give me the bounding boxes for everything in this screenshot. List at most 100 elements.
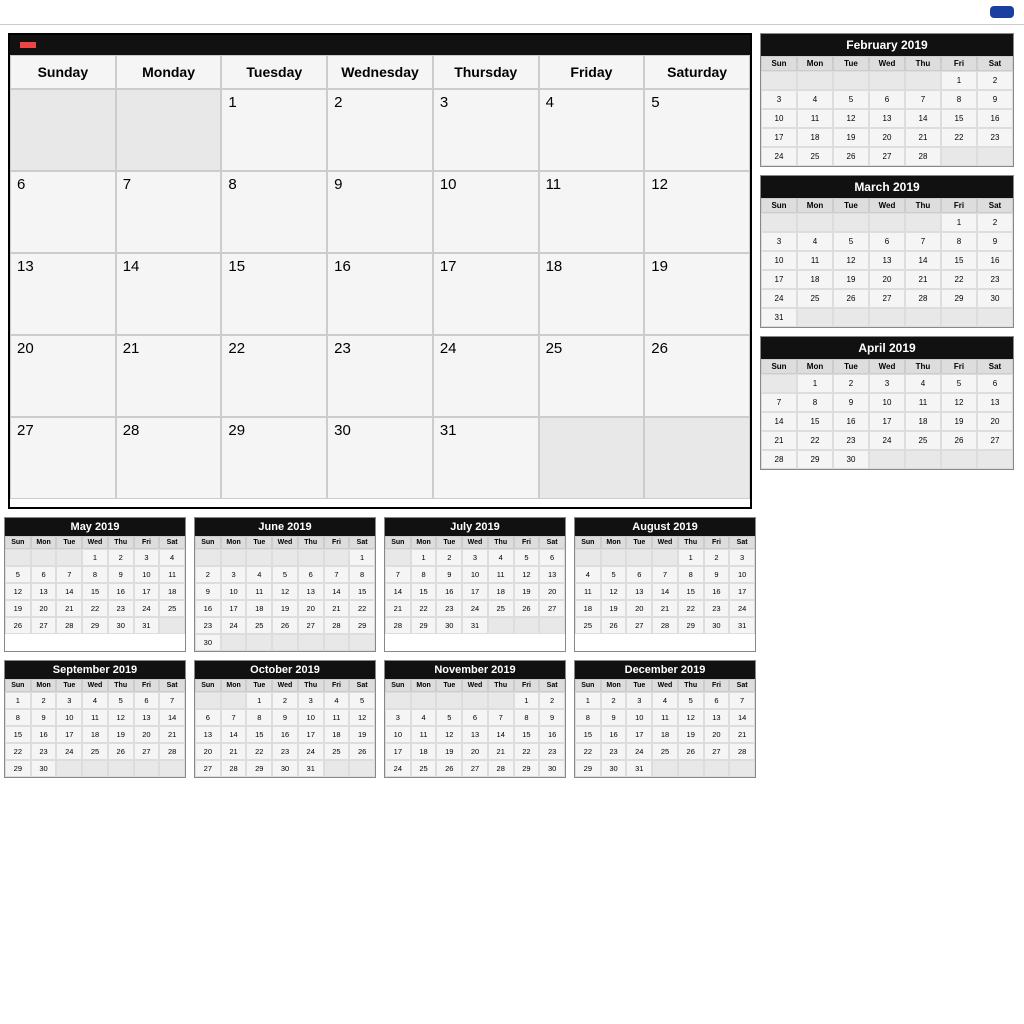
s-day-cell: 14 <box>324 583 350 600</box>
s-day-cell: 7 <box>385 566 411 583</box>
s-day-header: Tue <box>246 679 272 692</box>
s-day-header: Tue <box>246 536 272 549</box>
small-calendar: October 2019SunMonTueWedThuFriSat1234567… <box>194 660 376 778</box>
s-day-header: Wed <box>462 536 488 549</box>
s-day-cell: 5 <box>601 566 627 583</box>
s-day-cell: 7 <box>324 566 350 583</box>
s-day-cell: 8 <box>678 566 704 583</box>
s-day-cell <box>601 549 627 566</box>
r-day-cell: 9 <box>977 90 1013 109</box>
s-day-cell: 24 <box>134 600 160 617</box>
s-day-cell: 17 <box>385 743 411 760</box>
s-day-cell <box>385 692 411 709</box>
s-day-cell: 8 <box>82 566 108 583</box>
r-day-cell: 16 <box>833 412 869 431</box>
s-day-cell: 10 <box>385 726 411 743</box>
page-wrapper: SundayMondayTuesdayWednesdayThursdayFrid… <box>0 0 1024 782</box>
r-day-cell: 19 <box>941 412 977 431</box>
s-day-header: Sat <box>349 679 375 692</box>
s-day-cell: 3 <box>221 566 247 583</box>
s-day-cell: 19 <box>678 726 704 743</box>
s-day-cell: 25 <box>575 617 601 634</box>
s-day-cell: 28 <box>652 617 678 634</box>
s-day-cell <box>134 760 160 777</box>
r-day-cell: 25 <box>905 431 941 450</box>
s-day-cell <box>221 634 247 651</box>
s-day-cell: 3 <box>134 549 160 566</box>
s-day-cell: 19 <box>5 600 31 617</box>
day-header: Friday <box>539 55 645 89</box>
s-day-cell: 29 <box>678 617 704 634</box>
r-day-header: Thu <box>905 56 941 71</box>
s-day-cell: 31 <box>729 617 755 634</box>
s-day-cell: 24 <box>221 617 247 634</box>
s-day-cell: 24 <box>626 743 652 760</box>
s-day-cell <box>514 617 540 634</box>
r-day-header: Fri <box>941 198 977 213</box>
s-day-header: Mon <box>411 536 437 549</box>
r-day-cell: 24 <box>761 147 797 166</box>
r-day-cell <box>905 71 941 90</box>
s-day-cell: 1 <box>246 692 272 709</box>
day-cell: 16 <box>327 253 433 335</box>
s-day-cell: 2 <box>704 549 730 566</box>
r-day-cell: 9 <box>833 393 869 412</box>
s-day-cell: 9 <box>195 583 221 600</box>
s-day-cell: 14 <box>488 726 514 743</box>
day-header: Thursday <box>433 55 539 89</box>
s-day-cell: 16 <box>195 600 221 617</box>
s-day-cell: 5 <box>5 566 31 583</box>
s-day-header: Wed <box>82 679 108 692</box>
small-cal-header: November 2019 <box>385 661 565 679</box>
s-day-cell: 5 <box>436 709 462 726</box>
s-day-cell: 8 <box>5 709 31 726</box>
s-day-header: Sat <box>159 679 185 692</box>
r-day-cell: 13 <box>977 393 1013 412</box>
s-day-cell: 22 <box>246 743 272 760</box>
r-day-cell: 12 <box>833 251 869 270</box>
s-day-cell: 28 <box>221 760 247 777</box>
s-day-cell: 24 <box>729 600 755 617</box>
s-day-cell: 3 <box>462 549 488 566</box>
s-day-cell: 27 <box>134 743 160 760</box>
s-day-cell: 28 <box>56 617 82 634</box>
day-cell: 11 <box>539 171 645 253</box>
s-day-header: Wed <box>272 536 298 549</box>
s-day-cell: 26 <box>601 617 627 634</box>
day-cell: 12 <box>644 171 750 253</box>
s-day-cell: 30 <box>704 617 730 634</box>
r-day-cell: 29 <box>797 450 833 469</box>
s-day-cell: 2 <box>601 692 627 709</box>
s-day-cell: 29 <box>82 617 108 634</box>
s-day-cell: 17 <box>134 583 160 600</box>
s-day-cell: 5 <box>514 549 540 566</box>
s-day-cell <box>652 549 678 566</box>
day-cell: 7 <box>116 171 222 253</box>
day-cell: 23 <box>327 335 433 417</box>
s-day-cell: 6 <box>298 566 324 583</box>
small-cal-header: December 2019 <box>575 661 755 679</box>
s-day-cell: 5 <box>272 566 298 583</box>
s-day-cell: 29 <box>411 617 437 634</box>
r-day-cell: 28 <box>905 147 941 166</box>
day-cell: 17 <box>433 253 539 335</box>
s-day-cell <box>195 549 221 566</box>
s-day-cell: 23 <box>704 600 730 617</box>
s-day-header: Wed <box>652 679 678 692</box>
s-day-cell: 22 <box>575 743 601 760</box>
r-day-cell: 23 <box>833 431 869 450</box>
s-day-header: Sat <box>729 679 755 692</box>
s-day-cell: 6 <box>134 692 160 709</box>
s-day-cell: 14 <box>221 726 247 743</box>
s-day-cell: 13 <box>539 566 565 583</box>
day-cell: 27 <box>10 417 116 499</box>
small-calendar: November 2019SunMonTueWedThuFriSat123456… <box>384 660 566 778</box>
r-day-cell <box>941 308 977 327</box>
s-day-cell: 12 <box>272 583 298 600</box>
s-day-cell: 13 <box>195 726 221 743</box>
s-day-cell <box>246 549 272 566</box>
s-day-cell: 15 <box>411 583 437 600</box>
small-calendar: December 2019SunMonTueWedThuFriSat123456… <box>574 660 756 778</box>
r-day-cell: 17 <box>761 270 797 289</box>
s-day-header: Wed <box>82 536 108 549</box>
